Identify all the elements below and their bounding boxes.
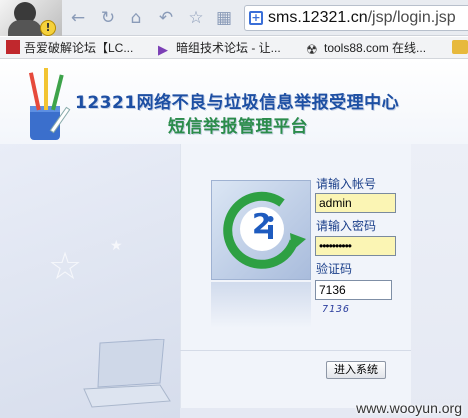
radiation-icon: ☢ xyxy=(306,42,318,57)
bookmark-tools88[interactable]: ☢ tools88.com 在线... xyxy=(306,40,426,57)
star-decoration-icon: ☆ xyxy=(48,244,83,288)
bookmark-52pojie[interactable]: 吾爱破解论坛【LC... xyxy=(6,40,133,56)
folder-icon xyxy=(452,40,468,54)
apps-icon[interactable]: ▦ xyxy=(214,8,234,28)
warning-icon: ! xyxy=(40,20,56,36)
star-icon[interactable]: ☆ xyxy=(186,8,206,28)
undo-icon[interactable]: ↶ xyxy=(156,8,176,28)
url-text: sms.12321.cn/jsp/login.jsp xyxy=(268,9,456,26)
avatar-body xyxy=(8,20,42,36)
reload-icon[interactable]: ↻ xyxy=(98,8,118,28)
page-info-icon[interactable]: + xyxy=(249,11,263,25)
logo-reflection xyxy=(211,282,311,328)
captcha-input[interactable]: 7136 xyxy=(315,280,392,300)
enter-system-button[interactable]: 进入系统 xyxy=(326,361,386,379)
password-label: 请输入密码 xyxy=(316,219,377,233)
bookmark-anzu[interactable]: ▶ 暗组技术论坛 - 让... xyxy=(158,40,281,57)
password-input[interactable]: •••••••••• xyxy=(315,236,396,256)
captcha-image: 7136 xyxy=(322,304,351,315)
12321-logo-icon: 2 xyxy=(223,191,306,269)
divider xyxy=(180,350,411,351)
account-input[interactable]: admin xyxy=(315,193,396,213)
bookmarks-bar: 吾爱破解论坛【LC... ▶ 暗组技术论坛 - 让... ☢ tools88.com… xyxy=(0,37,468,59)
watermark: www.wooyun.org xyxy=(356,400,462,416)
account-label: 请输入帐号 xyxy=(316,177,377,191)
login-page: 12321网络不良与垃圾信息举报受理中心 短信举报管理平台 ☆ ★ 2 请输入帐… xyxy=(0,60,468,418)
home-icon[interactable]: ⌂ xyxy=(126,8,146,28)
browser-toolbar: ! ← ↻ ⌂ ↶ ☆ ▦ + sms.12321.cn/jsp/login.j… xyxy=(0,0,468,36)
laptop-illustration-icon xyxy=(83,339,171,408)
decorative-panel: ☆ ★ xyxy=(0,144,180,418)
back-icon[interactable]: ← xyxy=(68,8,88,28)
address-bar[interactable]: + sms.12321.cn/jsp/login.jsp xyxy=(244,5,468,31)
hack-forum-icon: ▶ xyxy=(158,42,168,57)
captcha-label: 验证码 xyxy=(316,262,353,276)
forum-logo-icon xyxy=(6,40,20,54)
pencil-cup-icon xyxy=(28,68,71,140)
page-title: 12321网络不良与垃圾信息举报受理中心 xyxy=(75,93,400,113)
page-subtitle: 短信举报管理平台 xyxy=(168,117,308,137)
star-decoration-icon: ★ xyxy=(110,238,123,254)
bookmark-folder[interactable] xyxy=(452,40,468,56)
12321-logo: 2 xyxy=(211,180,311,280)
profile-avatar[interactable]: ! xyxy=(0,0,62,36)
